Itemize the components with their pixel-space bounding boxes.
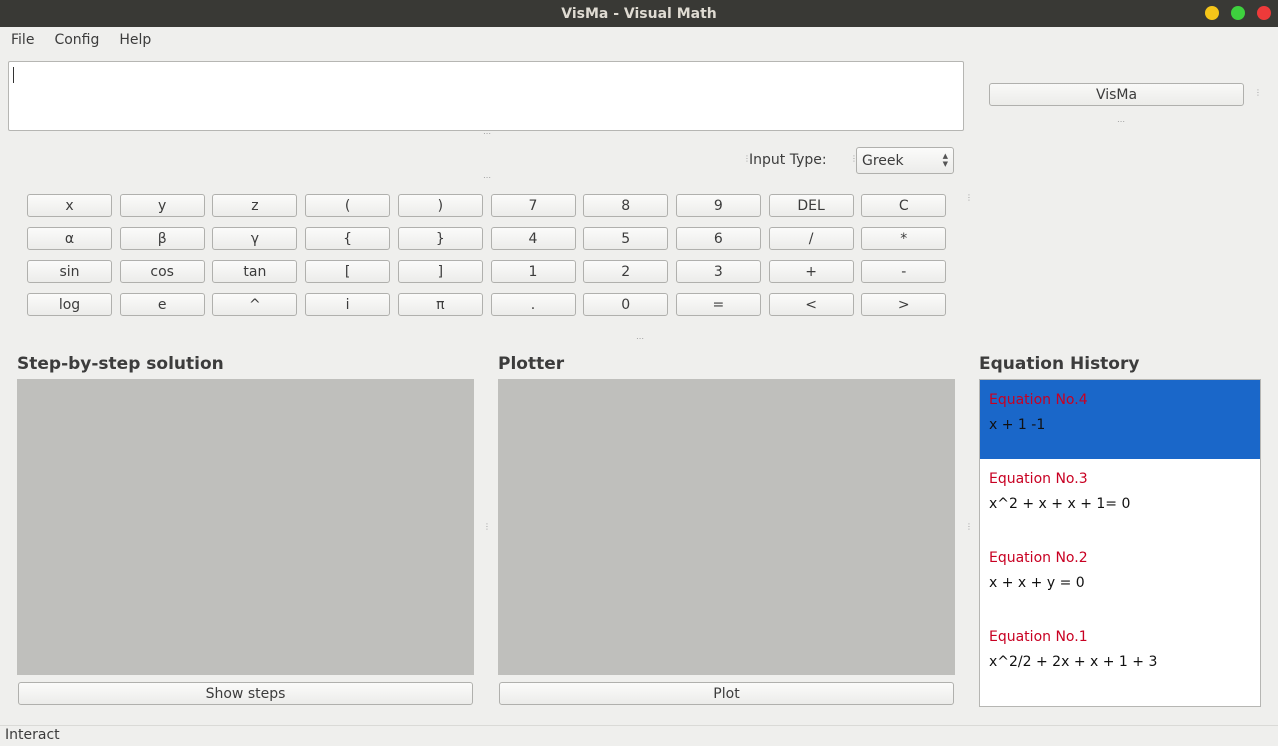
key-i-button[interactable]: i	[305, 293, 391, 316]
minimize-button[interactable]	[1205, 6, 1219, 20]
key-9-button[interactable]: 9	[675, 194, 761, 217]
plot-button[interactable]: Plot	[499, 682, 954, 705]
key-e-button[interactable]: e	[119, 293, 205, 316]
key-log-button[interactable]: log	[27, 293, 112, 316]
input-type-label: Input Type:	[749, 152, 827, 168]
splitter-handle[interactable]: ⋯	[483, 130, 491, 138]
key-minus-button[interactable]: -	[861, 260, 947, 283]
status-divider	[0, 725, 1278, 726]
history-title: Equation History	[979, 354, 1140, 374]
key-greater-than-button[interactable]: >	[861, 293, 947, 316]
key-equals-button[interactable]: =	[675, 293, 761, 316]
key-4-button[interactable]: 4	[490, 227, 576, 250]
key-2-button[interactable]: 2	[583, 260, 669, 283]
title-bar: VisMa - Visual Math	[0, 0, 1278, 27]
show-steps-button[interactable]: Show steps	[18, 682, 473, 705]
input-type-select[interactable]: Greek ▲ ▼	[856, 147, 954, 174]
key-tan-button[interactable]: tan	[212, 260, 298, 283]
splitter-handle[interactable]: ⋯	[636, 335, 644, 343]
splitter-handle[interactable]: ⋮	[483, 523, 491, 531]
key-less-than-button[interactable]: <	[768, 293, 854, 316]
spin-arrows-icon: ▲ ▼	[942, 152, 948, 168]
visma-button[interactable]: VisMa	[989, 83, 1244, 106]
steps-title: Step-by-step solution	[17, 354, 224, 374]
key-cos-button[interactable]: cos	[119, 260, 205, 283]
splitter-handle[interactable]: ⋮	[965, 194, 973, 202]
key-decimal-button[interactable]: .	[490, 293, 576, 316]
key-6-button[interactable]: 6	[675, 227, 761, 250]
history-item-title: Equation No.2	[989, 550, 1088, 566]
splitter-handle[interactable]: ⋮	[1254, 89, 1262, 97]
text-caret	[13, 67, 14, 83]
history-item-title: Equation No.4	[989, 392, 1088, 408]
key-0-button[interactable]: 0	[583, 293, 669, 316]
key-close-paren-button[interactable]: )	[397, 194, 483, 217]
key-y-button[interactable]: y	[119, 194, 205, 217]
key-5-button[interactable]: 5	[583, 227, 669, 250]
window-title: VisMa - Visual Math	[561, 5, 717, 22]
splitter-handle[interactable]: ⋯	[483, 174, 491, 182]
history-item-expression: x^2/2 + 2x + x + 1 + 3	[989, 654, 1158, 670]
key-alpha-button[interactable]: α	[27, 227, 112, 250]
key-1-button[interactable]: 1	[490, 260, 576, 283]
maximize-button[interactable]	[1231, 6, 1245, 20]
key-gamma-button[interactable]: γ	[212, 227, 298, 250]
key-del-button[interactable]: DEL	[768, 194, 854, 217]
key-beta-button[interactable]: β	[119, 227, 205, 250]
history-item[interactable]: Equation No.2 x + x + y = 0	[980, 538, 1260, 617]
key-z-button[interactable]: z	[212, 194, 298, 217]
steps-panel	[17, 379, 474, 675]
key-c-button[interactable]: C	[861, 194, 947, 217]
key-power-button[interactable]: ^	[212, 293, 298, 316]
history-item-expression: x^2 + x + x + 1= 0	[989, 496, 1131, 512]
history-item-title: Equation No.3	[989, 471, 1088, 487]
key-open-brace-button[interactable]: {	[305, 227, 391, 250]
status-bar: Interact	[5, 727, 60, 743]
equation-input[interactable]	[8, 61, 964, 131]
splitter-handle[interactable]: ⋯	[1117, 118, 1125, 126]
history-item[interactable]: Equation No.1 x^2/2 + 2x + x + 1 + 3	[980, 617, 1260, 696]
menu-bar: File Config Help	[0, 27, 1278, 53]
key-close-brace-button[interactable]: }	[397, 227, 483, 250]
history-item-expression: x + x + y = 0	[989, 575, 1085, 591]
history-item[interactable]: Equation No.3 x^2 + x + x + 1= 0	[980, 459, 1260, 538]
history-item[interactable]: Equation No.4 x + 1 -1	[980, 380, 1260, 459]
history-list: Equation No.4 x + 1 -1 Equation No.3 x^2 + …	[979, 379, 1261, 707]
key-open-paren-button[interactable]: (	[305, 194, 391, 217]
key-plus-button[interactable]: +	[768, 260, 854, 283]
input-type-value: Greek	[862, 152, 904, 169]
menu-help[interactable]: Help	[119, 32, 151, 48]
menu-config[interactable]: Config	[54, 32, 99, 48]
plotter-title: Plotter	[498, 354, 565, 374]
history-item-expression: x + 1 -1	[989, 417, 1046, 433]
key-7-button[interactable]: 7	[490, 194, 576, 217]
key-3-button[interactable]: 3	[675, 260, 761, 283]
key-pi-button[interactable]: π	[397, 293, 483, 316]
menu-file[interactable]: File	[11, 32, 34, 48]
key-sin-button[interactable]: sin	[27, 260, 112, 283]
history-item-title: Equation No.1	[989, 629, 1088, 645]
plotter-canvas	[498, 379, 955, 675]
key-divide-button[interactable]: /	[768, 227, 854, 250]
splitter-handle[interactable]: ⋮	[965, 523, 973, 531]
key-multiply-button[interactable]: *	[861, 227, 947, 250]
key-8-button[interactable]: 8	[583, 194, 669, 217]
key-open-bracket-button[interactable]: [	[305, 260, 391, 283]
close-button[interactable]	[1257, 6, 1271, 20]
key-close-bracket-button[interactable]: ]	[397, 260, 483, 283]
key-x-button[interactable]: x	[27, 194, 112, 217]
